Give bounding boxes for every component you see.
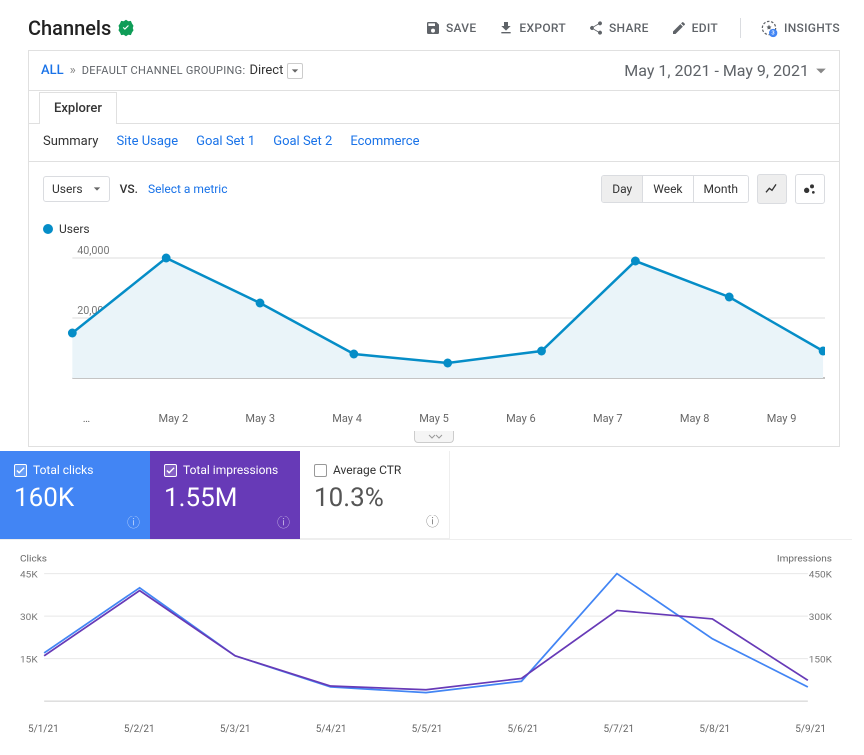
card-total-clicks[interactable]: Total clicks 160K ⓘ [0, 451, 150, 539]
line-chart-icon [764, 181, 780, 197]
breadcrumb-group-label: DEFAULT CHANNEL GROUPING: [82, 64, 246, 77]
clicks-impressions-chart: Clicks Impressions 45K 30K 15K 450K 300K… [0, 540, 852, 720]
save-icon [425, 20, 441, 36]
svg-text:3: 3 [771, 31, 775, 37]
breadcrumb-dropdown[interactable] [287, 63, 303, 79]
time-month-button[interactable]: Month [693, 176, 748, 202]
select-metric-link[interactable]: Select a metric [148, 182, 228, 196]
svg-text:40,000: 40,000 [77, 244, 109, 257]
breadcrumb-sep: » [70, 63, 76, 78]
subtab-summary[interactable]: Summary [43, 134, 98, 149]
time-granularity-group: Day Week Month [601, 175, 749, 203]
card-clicks-value: 160K [14, 483, 136, 513]
bubble-chart-icon [802, 181, 818, 197]
subtab-goal2[interactable]: Goal Set 2 [273, 134, 332, 149]
help-icon[interactable]: ⓘ [127, 512, 140, 531]
users-chart: 40,000 20,000 [43, 238, 825, 408]
subtab-site-usage[interactable]: Site Usage [116, 134, 178, 149]
subtab-goal1[interactable]: Goal Set 1 [196, 134, 255, 149]
chevrons-icon [415, 432, 455, 442]
svg-text:450K: 450K [809, 570, 833, 581]
chart-expander[interactable] [414, 431, 454, 443]
svg-text:15K: 15K [20, 655, 39, 666]
breadcrumb-group-value: Direct [249, 63, 283, 78]
card-ctr-value: 10.3% [314, 483, 435, 513]
page-title-text: Channels [28, 16, 111, 40]
export-button[interactable]: EXPORT [498, 18, 566, 38]
svg-text:300K: 300K [809, 612, 833, 623]
primary-metric-select[interactable]: Users [43, 176, 110, 202]
card-impressions-value: 1.55M [164, 483, 286, 513]
save-button[interactable]: SAVE [425, 18, 476, 38]
time-week-button[interactable]: Week [642, 176, 692, 202]
caret-down-icon [291, 67, 299, 75]
edit-icon [671, 20, 687, 36]
legend-dot-users [43, 224, 53, 234]
help-icon[interactable]: ⓘ [426, 511, 439, 530]
share-button[interactable]: SHARE [588, 18, 649, 38]
card-average-ctr[interactable]: Average CTR 10.3% ⓘ [300, 451, 450, 539]
checkbox-unchecked-icon [314, 464, 327, 477]
export-icon [498, 20, 514, 36]
vs-label: VS. [120, 182, 138, 196]
time-day-button[interactable]: Day [602, 176, 642, 202]
caret-down-icon [93, 185, 101, 193]
tab-explorer[interactable]: Explorer [39, 92, 117, 124]
right-axis-label: Impressions [777, 554, 832, 565]
insights-button[interactable]: 3 INSIGHTS [740, 18, 840, 38]
motion-chart-toggle[interactable] [795, 174, 825, 204]
checkbox-checked-icon [164, 464, 177, 477]
checkbox-checked-icon [14, 464, 27, 477]
subtab-ecommerce[interactable]: Ecommerce [350, 134, 419, 149]
insights-icon: 3 [759, 18, 779, 38]
share-icon [588, 20, 604, 36]
page-title: Channels [28, 16, 135, 40]
help-icon[interactable]: ⓘ [277, 512, 290, 531]
svg-text:150K: 150K [809, 655, 833, 666]
breadcrumb-all[interactable]: ALL [41, 63, 64, 78]
svg-text:30K: 30K [20, 612, 39, 623]
caret-down-icon [815, 65, 827, 77]
svg-text:45K: 45K [20, 570, 39, 581]
verified-icon [117, 19, 135, 37]
date-range-picker[interactable]: May 1, 2021 - May 9, 2021 [624, 61, 827, 80]
edit-button[interactable]: EDIT [671, 18, 718, 38]
line-chart-toggle[interactable] [757, 174, 787, 204]
card-total-impressions[interactable]: Total impressions 1.55M ⓘ [150, 451, 300, 539]
legend-users-label: Users [59, 222, 90, 236]
left-axis-label: Clicks [20, 554, 47, 565]
